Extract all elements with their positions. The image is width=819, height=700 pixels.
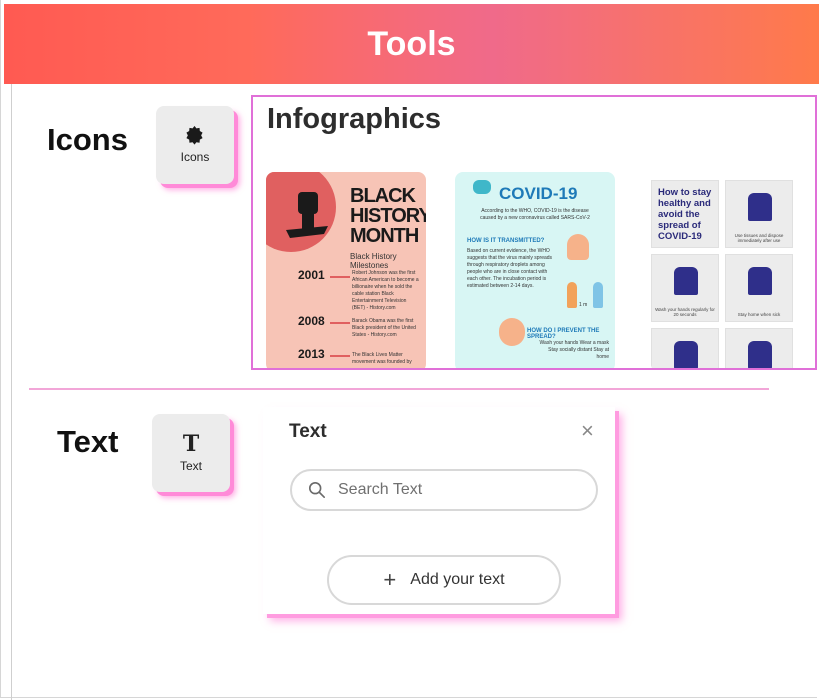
healthy-title: How to stay healthy and avoid the spread… bbox=[658, 187, 712, 242]
text-row-label: Text bbox=[57, 424, 119, 459]
search-field[interactable] bbox=[290, 469, 598, 511]
covid-a2: Wash your hands Wear a mask Stay sociall… bbox=[539, 340, 609, 360]
bh-year-2: 2008 bbox=[298, 314, 325, 328]
cleaning-icon bbox=[748, 341, 772, 368]
text-panel: Text × + Add your text bbox=[263, 407, 615, 614]
bh-title: BLACK HISTORY MONTH bbox=[350, 186, 426, 246]
covid-a1: Based on current evidence, the WHO sugge… bbox=[467, 248, 553, 289]
bh-year-3: 2013 bbox=[298, 347, 325, 361]
bh-timeline-line bbox=[330, 355, 350, 357]
tile-caption: Wash your hands regularly for 20 seconds bbox=[655, 307, 715, 317]
handwash-tile: Wash your hands regularly for 20 seconds bbox=[651, 254, 719, 322]
search-text-input[interactable] bbox=[336, 480, 580, 500]
person-sneezing-icon bbox=[567, 234, 589, 260]
add-text-label: Add your text bbox=[410, 571, 505, 588]
tile-caption: Use tissues and dispose immediately afte… bbox=[734, 233, 784, 243]
bh-timeline-line bbox=[330, 276, 350, 278]
tile-caption: Stay home when sick bbox=[737, 312, 781, 317]
bh-entry-text-3: The Black Lives Matter movement was foun… bbox=[352, 352, 412, 365]
bh-year-1: 2001 bbox=[298, 268, 325, 282]
icons-row-label: Icons bbox=[47, 122, 128, 157]
person-icon bbox=[674, 341, 698, 368]
bh-entry-text-2: Barack Obama was the first Black preside… bbox=[352, 318, 416, 338]
person-icon bbox=[567, 282, 577, 308]
tissue-icon bbox=[748, 193, 772, 221]
text-panel-title: Text bbox=[289, 421, 327, 442]
tip-tile bbox=[725, 328, 793, 368]
badge-icon bbox=[186, 126, 203, 145]
text-t-icon: T bbox=[182, 431, 200, 457]
mask-icon bbox=[473, 180, 491, 194]
bh-subtitle: Black History Milestones bbox=[350, 252, 397, 270]
text-button-label: Text bbox=[179, 459, 202, 473]
masked-person-icon bbox=[499, 318, 525, 346]
healthy-title-tile: How to stay healthy and avoid the spread… bbox=[651, 180, 719, 248]
infographics-title: Infographics bbox=[267, 103, 442, 135]
tip-tile bbox=[651, 328, 719, 368]
covid-intro: According to the WHO, COVID-19 is the di… bbox=[480, 208, 590, 221]
plus-icon: + bbox=[383, 567, 397, 592]
covid-q2: HOW DO I PREVENT THE SPREAD? bbox=[527, 328, 600, 340]
raised-fist-icon bbox=[286, 192, 328, 238]
close-icon[interactable]: × bbox=[581, 420, 594, 442]
tissue-tile: Use tissues and dispose immediately afte… bbox=[725, 180, 793, 248]
covid-title: COVID-19 bbox=[499, 184, 578, 203]
stay-home-icon bbox=[748, 267, 772, 295]
bh-entry-text-1: Robert Johnson was the first African Ame… bbox=[352, 270, 419, 311]
tools-header: Tools bbox=[4, 4, 819, 84]
left-border bbox=[11, 84, 12, 700]
header-title: Tools bbox=[367, 24, 456, 63]
covid-q1: HOW IS IT TRANSMITTED? bbox=[467, 238, 545, 244]
bh-title-line3: MONTH bbox=[350, 225, 419, 247]
infographics-panel: Infographics BLACK HISTORY MONTH Black H… bbox=[251, 95, 817, 370]
handwash-icon bbox=[674, 267, 698, 295]
healthy-tips-card[interactable]: How to stay healthy and avoid the spread… bbox=[651, 172, 801, 368]
icons-tool-button[interactable]: Icons bbox=[156, 106, 234, 184]
covid-card[interactable]: COVID-19 According to the WHO, COVID-19 … bbox=[455, 172, 615, 368]
bh-title-line1: BLACK bbox=[350, 185, 416, 207]
bh-timeline-line bbox=[330, 322, 350, 324]
search-icon bbox=[308, 481, 326, 499]
bh-title-line2: HISTORY bbox=[350, 205, 426, 227]
add-your-text-button[interactable]: + Add your text bbox=[327, 555, 561, 605]
icons-button-label: Icons bbox=[180, 150, 210, 164]
black-history-card[interactable]: BLACK HISTORY MONTH Black History Milest… bbox=[266, 172, 426, 368]
person-icon bbox=[593, 282, 603, 308]
section-divider bbox=[29, 388, 769, 390]
text-tool-button[interactable]: T Text bbox=[152, 414, 230, 492]
covid-distance: 1 m bbox=[579, 302, 588, 308]
stay-home-tile: Stay home when sick bbox=[725, 254, 793, 322]
